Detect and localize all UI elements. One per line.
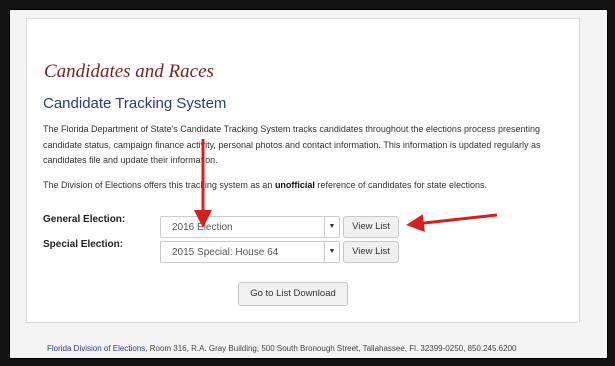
footer-address: , Room 316, R.A. Gray Building, 500 Sout… [145, 344, 517, 353]
page-title: Candidates and Races [44, 61, 214, 82]
unofficial-notice: The Division of Elections offers this tr… [43, 178, 558, 194]
unofficial-text: unofficial [274, 180, 315, 190]
chevron-down-icon: ▼ [324, 242, 339, 262]
general-election-select[interactable]: 2016 Election ▼ [160, 216, 340, 238]
special-election-value: 2015 Special: House 64 [172, 247, 279, 258]
description-paragraph: The Florida Department of State's Candid… [43, 124, 541, 165]
special-election-select[interactable]: 2015 Special: House 64 ▼ [160, 241, 340, 263]
notice-text-end: reference of candidates for state electi… [314, 180, 488, 190]
special-election-label: Special Election: [43, 239, 124, 250]
general-election-label: General Election: [43, 214, 126, 225]
system-title: Candidate Tracking System [43, 95, 227, 112]
list-download-button[interactable]: Go to List Download [238, 282, 348, 306]
chevron-down-icon: ▼ [324, 217, 339, 237]
special-view-list-button[interactable]: View List [343, 241, 399, 263]
footer-text: Florida Division of Elections, Room 316,… [47, 344, 516, 353]
general-election-value: 2016 Election [172, 222, 233, 233]
elections-link[interactable]: Florida Division of Elections [47, 344, 145, 353]
notice-text: The Division of Elections offers this tr… [43, 180, 275, 190]
general-view-list-button[interactable]: View List [343, 216, 399, 238]
